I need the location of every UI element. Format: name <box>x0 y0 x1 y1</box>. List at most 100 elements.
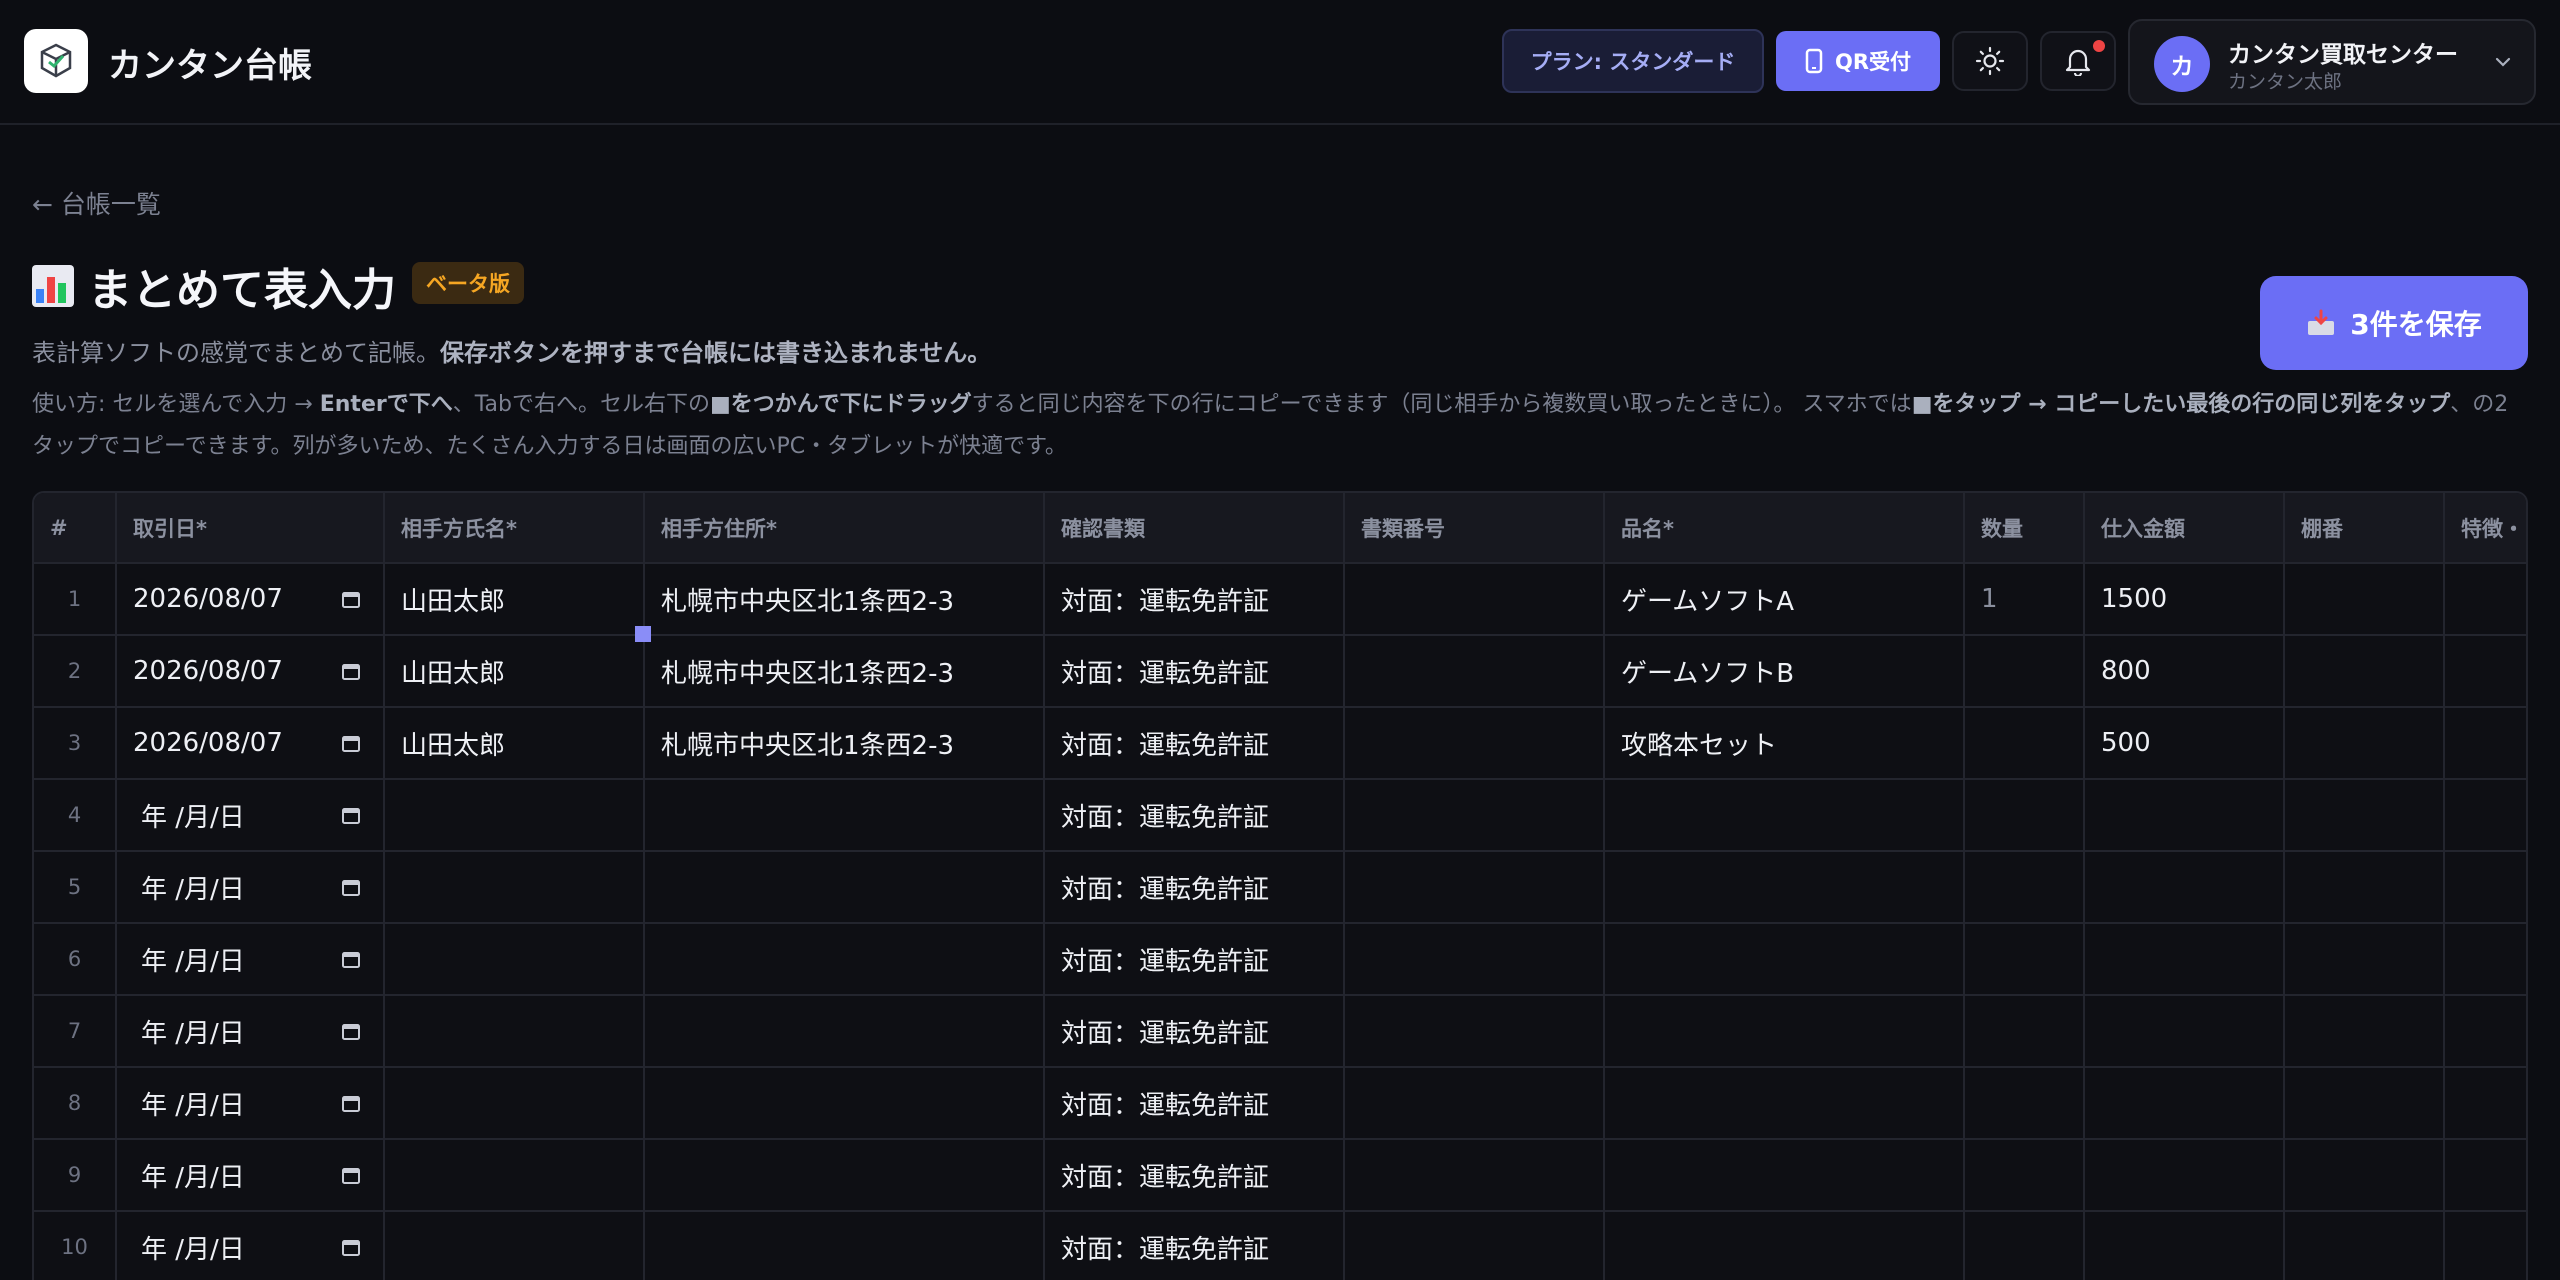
partner-name-cell[interactable] <box>384 1067 645 1140</box>
id-document-cell[interactable]: 対面：運転免許証 <box>1044 923 1345 996</box>
features-cell[interactable] <box>2444 707 2526 780</box>
quantity-cell[interactable] <box>1964 1211 2085 1280</box>
calendar-icon[interactable] <box>341 733 361 753</box>
quantity-cell[interactable] <box>1964 923 2085 996</box>
item-name-cell[interactable]: ゲームソフトA <box>1604 563 1965 636</box>
features-cell[interactable] <box>2444 779 2526 852</box>
purchase-price-cell[interactable] <box>2084 923 2285 996</box>
plan-badge[interactable]: プラン: スタンダード <box>1502 29 1764 93</box>
calendar-icon[interactable] <box>341 1165 361 1185</box>
partner-name-cell[interactable] <box>384 1139 645 1212</box>
id-document-cell[interactable]: 対面：運転免許証 <box>1044 1211 1345 1280</box>
calendar-icon[interactable] <box>341 1021 361 1041</box>
document-number-cell[interactable] <box>1344 707 1605 780</box>
purchase-price-cell[interactable] <box>2084 779 2285 852</box>
transaction-date-cell[interactable]: 2026/08/07 <box>116 635 385 708</box>
transaction-date-cell[interactable]: 年 /月/日 <box>116 1067 385 1140</box>
transaction-date-cell[interactable]: 年 /月/日 <box>116 779 385 852</box>
purchase-price-cell[interactable]: 1500 <box>2084 563 2285 636</box>
fill-drag-handle[interactable] <box>635 626 651 642</box>
partner-address-cell[interactable] <box>644 1139 1045 1212</box>
transaction-date-cell[interactable]: 年 /月/日 <box>116 851 385 924</box>
shelf-number-cell[interactable] <box>2284 635 2445 708</box>
item-name-cell[interactable] <box>1604 995 1965 1068</box>
quantity-cell[interactable]: 1 <box>1964 563 2085 636</box>
purchase-price-cell[interactable] <box>2084 1139 2285 1212</box>
shelf-number-cell[interactable] <box>2284 563 2445 636</box>
partner-address-cell[interactable] <box>644 851 1045 924</box>
notifications-button[interactable] <box>2040 31 2116 91</box>
purchase-price-cell[interactable] <box>2084 1067 2285 1140</box>
transaction-date-cell[interactable]: 2026/08/07 <box>116 707 385 780</box>
features-cell[interactable] <box>2444 563 2526 636</box>
purchase-price-cell[interactable] <box>2084 851 2285 924</box>
document-number-cell[interactable] <box>1344 779 1605 852</box>
partner-name-cell[interactable] <box>384 779 645 852</box>
account-menu[interactable]: カ カンタン買取センター カンタン太郎 <box>2128 19 2536 105</box>
calendar-icon[interactable] <box>341 1093 361 1113</box>
purchase-price-cell[interactable]: 800 <box>2084 635 2285 708</box>
app-logo[interactable] <box>24 29 88 93</box>
partner-address-cell[interactable] <box>644 923 1045 996</box>
transaction-date-cell[interactable]: 年 /月/日 <box>116 1139 385 1212</box>
back-to-ledger-list-link[interactable]: ← 台帳一覧 <box>32 185 161 221</box>
document-number-cell[interactable] <box>1344 1067 1605 1140</box>
document-number-cell[interactable] <box>1344 1139 1605 1212</box>
id-document-cell[interactable]: 対面：運転免許証 <box>1044 995 1345 1068</box>
shelf-number-cell[interactable] <box>2284 851 2445 924</box>
document-number-cell[interactable] <box>1344 851 1605 924</box>
transaction-date-cell[interactable]: 年 /月/日 <box>116 923 385 996</box>
partner-address-cell[interactable]: 札幌市中央区北1条西2-3 <box>644 707 1045 780</box>
item-name-cell[interactable]: 攻略本セット <box>1604 707 1965 780</box>
quantity-cell[interactable] <box>1964 1067 2085 1140</box>
partner-name-cell[interactable] <box>384 995 645 1068</box>
quantity-cell[interactable] <box>1964 1139 2085 1212</box>
shelf-number-cell[interactable] <box>2284 995 2445 1068</box>
calendar-icon[interactable] <box>341 805 361 825</box>
purchase-price-cell[interactable] <box>2084 995 2285 1068</box>
transaction-date-cell[interactable]: 年 /月/日 <box>116 995 385 1068</box>
partner-address-cell[interactable]: 札幌市中央区北1条西2-3 <box>644 635 1045 708</box>
item-name-cell[interactable] <box>1604 1211 1965 1280</box>
partner-address-cell[interactable] <box>644 1067 1045 1140</box>
features-cell[interactable] <box>2444 851 2526 924</box>
features-cell[interactable] <box>2444 1139 2526 1212</box>
purchase-price-cell[interactable]: 500 <box>2084 707 2285 780</box>
partner-address-cell[interactable]: 札幌市中央区北1条西2-3 <box>644 563 1045 636</box>
features-cell[interactable] <box>2444 1067 2526 1140</box>
calendar-icon[interactable] <box>341 661 361 681</box>
item-name-cell[interactable] <box>1604 1067 1965 1140</box>
item-name-cell[interactable] <box>1604 851 1965 924</box>
features-cell[interactable] <box>2444 923 2526 996</box>
calendar-icon[interactable] <box>341 949 361 969</box>
transaction-date-cell[interactable]: 2026/08/07 <box>116 563 385 636</box>
theme-toggle-button[interactable] <box>1952 31 2028 91</box>
document-number-cell[interactable] <box>1344 563 1605 636</box>
shelf-number-cell[interactable] <box>2284 779 2445 852</box>
quantity-cell[interactable] <box>1964 779 2085 852</box>
document-number-cell[interactable] <box>1344 923 1605 996</box>
transaction-date-cell[interactable]: 年 /月/日 <box>116 1211 385 1280</box>
id-document-cell[interactable]: 対面：運転免許証 <box>1044 1139 1345 1212</box>
partner-name-cell[interactable] <box>384 851 645 924</box>
partner-name-cell[interactable]: 山田太郎 <box>384 635 645 708</box>
quantity-cell[interactable] <box>1964 851 2085 924</box>
partner-name-cell[interactable] <box>384 1211 645 1280</box>
quantity-cell[interactable] <box>1964 635 2085 708</box>
item-name-cell[interactable] <box>1604 779 1965 852</box>
quantity-cell[interactable] <box>1964 707 2085 780</box>
partner-name-cell[interactable]: 山田太郎 <box>384 707 645 780</box>
quantity-cell[interactable] <box>1964 995 2085 1068</box>
partner-address-cell[interactable] <box>644 779 1045 852</box>
shelf-number-cell[interactable] <box>2284 1211 2445 1280</box>
id-document-cell[interactable]: 対面：運転免許証 <box>1044 1067 1345 1140</box>
qr-reception-button[interactable]: QR受付 <box>1776 31 1940 91</box>
document-number-cell[interactable] <box>1344 995 1605 1068</box>
partner-address-cell[interactable] <box>644 1211 1045 1280</box>
features-cell[interactable] <box>2444 1211 2526 1280</box>
item-name-cell[interactable] <box>1604 1139 1965 1212</box>
partner-address-cell[interactable] <box>644 995 1045 1068</box>
id-document-cell[interactable]: 対面：運転免許証 <box>1044 779 1345 852</box>
id-document-cell[interactable]: 対面：運転免許証 <box>1044 635 1345 708</box>
document-number-cell[interactable] <box>1344 635 1605 708</box>
